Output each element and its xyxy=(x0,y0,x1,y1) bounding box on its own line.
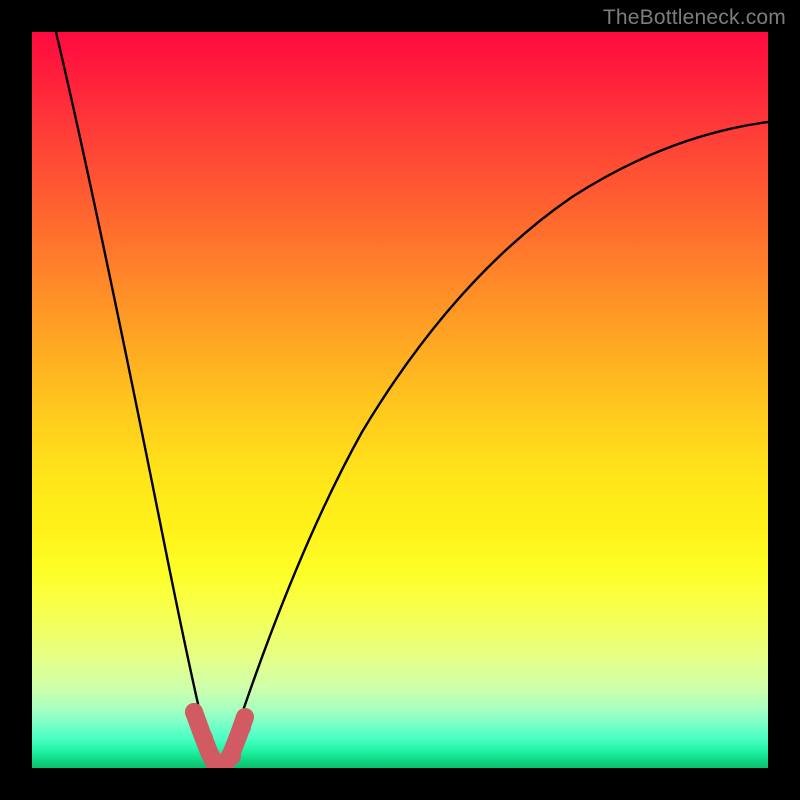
plot-area xyxy=(32,32,768,768)
chart-frame: TheBottleneck.com xyxy=(0,0,800,800)
bottleneck-curve-left xyxy=(56,32,218,767)
bottleneck-curve-right xyxy=(218,122,768,767)
watermark-text: TheBottleneck.com xyxy=(603,6,786,30)
curve-layer xyxy=(32,32,768,768)
